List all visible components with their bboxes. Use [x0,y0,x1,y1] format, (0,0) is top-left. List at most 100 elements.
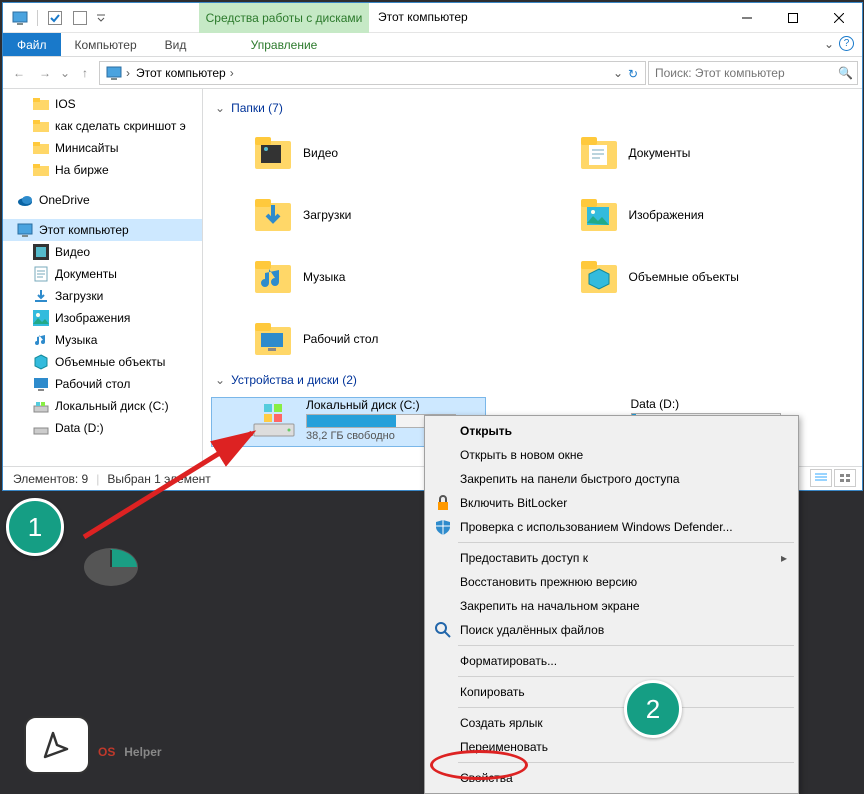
sidebar-item[interactable]: Локальный диск (C:) [3,395,202,417]
tab-view[interactable]: Вид [151,33,201,56]
search-icon[interactable]: 🔍 [838,66,853,80]
item-label: Музыка [303,270,345,284]
checkbox-empty-icon[interactable] [69,7,91,29]
folder-item[interactable]: Загрузки [211,187,537,243]
sidebar-item[interactable]: Data (D:) [3,417,202,439]
ctx-item[interactable]: Предоставить доступ к▸ [428,546,795,570]
window-title: Этот компьютер [378,10,468,24]
logo-text-helper: Helper [124,745,161,759]
ctx-item[interactable]: Закрепить на панели быстрого доступа [428,467,795,491]
monitor-icon [17,222,33,238]
sidebar-item-label: Минисайты [55,141,119,155]
sidebar-item[interactable]: Рабочий стол [3,373,202,395]
status-count: Элементов: 9 [13,472,88,486]
chevron-down-icon: ⌄ [215,373,225,387]
close-button[interactable] [816,3,862,33]
folder-icon [251,131,295,175]
folder-item[interactable]: Музыка [211,249,537,305]
view-details-button[interactable] [810,469,832,487]
ctx-item[interactable]: Открыть [428,419,795,443]
tab-computer[interactable]: Компьютер [61,33,151,56]
folder-item[interactable]: Объемные объекты [537,249,863,305]
group-devices[interactable]: ⌄ Устройства и диски (2) [211,367,862,397]
group-label: Устройства и диски (2) [231,373,357,387]
sidebar-item[interactable]: Загрузки [3,285,202,307]
sidebar-item[interactable]: Музыка [3,329,202,351]
sidebar-onedrive[interactable]: OneDrive [3,189,202,211]
sidebar-item[interactable]: Изображения [3,307,202,329]
sidebar-item[interactable]: Документы [3,263,202,285]
search-field[interactable]: 🔍 [648,61,858,85]
forward-button[interactable]: → [33,61,57,85]
folder-icon [33,118,49,134]
drive-icon [252,398,296,438]
help-icon[interactable]: ? [839,36,854,51]
folder-item[interactable]: Видео [211,125,537,181]
up-button[interactable]: ↑ [73,61,97,85]
history-dropdown-icon[interactable]: ⌄ [59,61,71,85]
folder-icon [577,193,621,237]
sidebar-item[interactable]: Объемные объекты [3,351,202,373]
folder-icon [577,131,621,175]
address-dropdown-icon[interactable]: ⌄ [613,66,623,80]
pictures-icon [33,310,49,326]
sidebar-item[interactable]: IOS [3,93,202,115]
folder-icon [577,255,621,299]
sidebar-item[interactable]: Видео [3,241,202,263]
ctx-item[interactable]: Открыть в новом окне [428,443,795,467]
item-label: Рабочий стол [303,332,378,346]
ctx-label: Копировать [460,685,525,699]
ctx-label: Восстановить прежнюю версию [460,575,637,589]
maximize-button[interactable] [770,3,816,33]
tab-file[interactable]: Файл [3,33,61,56]
chevron-down-icon: ⌄ [215,101,225,115]
ctx-item[interactable]: Проверка с использованием Windows Defend… [428,515,795,539]
ctx-item[interactable]: Копировать [428,680,795,704]
qat-dropdown-icon[interactable] [94,7,108,29]
minimize-button[interactable] [724,3,770,33]
music-icon [33,332,49,348]
search-input[interactable] [655,66,815,80]
sidebar-item[interactable]: На бирже [3,159,202,181]
tab-manage[interactable]: Управление [199,33,369,57]
folder-item[interactable]: Рабочий стол [211,311,537,367]
ctx-label: Закрепить на начальном экране [460,599,640,613]
titlebar: Средства работы с дисками Этот компьютер [3,3,862,33]
address-field[interactable]: › Этот компьютер › ⌄ ↻ [99,61,646,85]
desktop-icon [33,376,49,392]
sidebar-thispc[interactable]: Этот компьютер [3,219,202,241]
ctx-item[interactable]: Форматировать... [428,649,795,673]
drive-icon [33,420,49,436]
folder-icon [33,140,49,156]
ctx-item[interactable]: Создать ярлык [428,711,795,735]
search-icon [434,621,452,639]
refresh-button[interactable]: ↻ [623,64,643,84]
checkbox-icon[interactable] [44,7,66,29]
item-label: Документы [629,146,691,160]
ctx-item[interactable]: Поиск удалённых файлов [428,618,795,642]
ribbon-expand-icon[interactable]: ⌄ [824,37,834,51]
sidebar: IOS как сделать скриншот э Минисайты На … [3,89,203,466]
lock-icon [434,494,452,512]
ctx-item[interactable]: Восстановить прежнюю версию [428,570,795,594]
sidebar-item[interactable]: как сделать скриншот э [3,115,202,137]
view-large-button[interactable] [834,469,856,487]
folder-item[interactable]: Документы [537,125,863,181]
cursor-icon [24,716,90,774]
quick-access-toolbar [3,7,108,29]
folder-icon [251,193,295,237]
content-area: ⌄Папки (7) Видео Документы ЗагрузкиИзображ… [203,89,862,466]
ctx-item[interactable]: Закрепить на начальном экране [428,594,795,618]
sidebar-item[interactable]: Минисайты [3,137,202,159]
ctx-label: Создать ярлык [460,716,543,730]
chevron-right-icon: › [126,66,130,80]
monitor-icon[interactable] [9,7,31,29]
sidebar-item-label: Музыка [55,333,97,347]
back-button[interactable]: ← [7,61,31,85]
oshelper-logo: OS Helper [24,716,162,774]
ctx-item[interactable]: Включить BitLocker [428,491,795,515]
folder-item[interactable]: Изображения [537,187,863,243]
group-folders[interactable]: ⌄Папки (7) [211,95,862,125]
sidebar-item-label: Data (D:) [55,421,104,435]
chevron-right-icon[interactable]: › [230,66,234,80]
